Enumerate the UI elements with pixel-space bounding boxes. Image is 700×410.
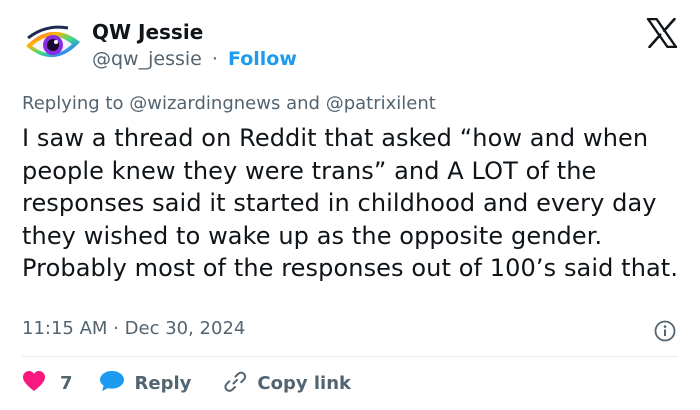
tweet-text: I saw a thread on Reddit that asked “how… xyxy=(22,124,679,282)
follow-button[interactable]: Follow xyxy=(228,48,297,70)
reply-button[interactable]: Reply xyxy=(99,370,192,397)
avatar-eye-art xyxy=(22,16,82,76)
author-name[interactable]: QW Jessie xyxy=(92,20,203,44)
reply-label: Reply xyxy=(134,372,192,394)
x-logo-icon[interactable] xyxy=(646,17,678,49)
action-bar: 7 Reply Copy link xyxy=(22,368,351,398)
author-handle[interactable]: @qw_jessie xyxy=(92,48,202,70)
reply-conjunction: and xyxy=(286,93,320,114)
reply-context: Replying to @wizardingnews and @patrixil… xyxy=(22,93,436,114)
tweet-card: QW Jessie @qw_jessie · Follow Replying t… xyxy=(0,0,700,410)
tweet-timestamp[interactable]: 11:15 AM · Dec 30, 2024 xyxy=(22,318,245,339)
tweet-time: 11:15 AM xyxy=(22,318,108,339)
copy-link-button[interactable]: Copy link xyxy=(223,370,351,397)
info-icon[interactable] xyxy=(654,320,676,342)
heart-icon xyxy=(22,370,46,397)
mention-link[interactable]: @patrixilent xyxy=(326,93,436,114)
handle-separator: · xyxy=(211,48,218,70)
mention-link[interactable]: @wizardingnews xyxy=(129,93,280,114)
like-count: 7 xyxy=(60,372,73,394)
copy-link-label: Copy link xyxy=(257,372,351,394)
like-button[interactable]: 7 xyxy=(22,370,73,397)
reply-prefix: Replying to xyxy=(22,93,124,114)
avatar[interactable] xyxy=(22,16,82,76)
link-icon xyxy=(223,370,247,397)
author-handle-row: @qw_jessie · Follow xyxy=(92,48,297,70)
tweet-date: Dec 30, 2024 xyxy=(124,318,246,339)
timestamp-separator: · xyxy=(113,318,119,339)
speech-bubble-icon xyxy=(99,370,125,397)
divider xyxy=(22,356,678,357)
